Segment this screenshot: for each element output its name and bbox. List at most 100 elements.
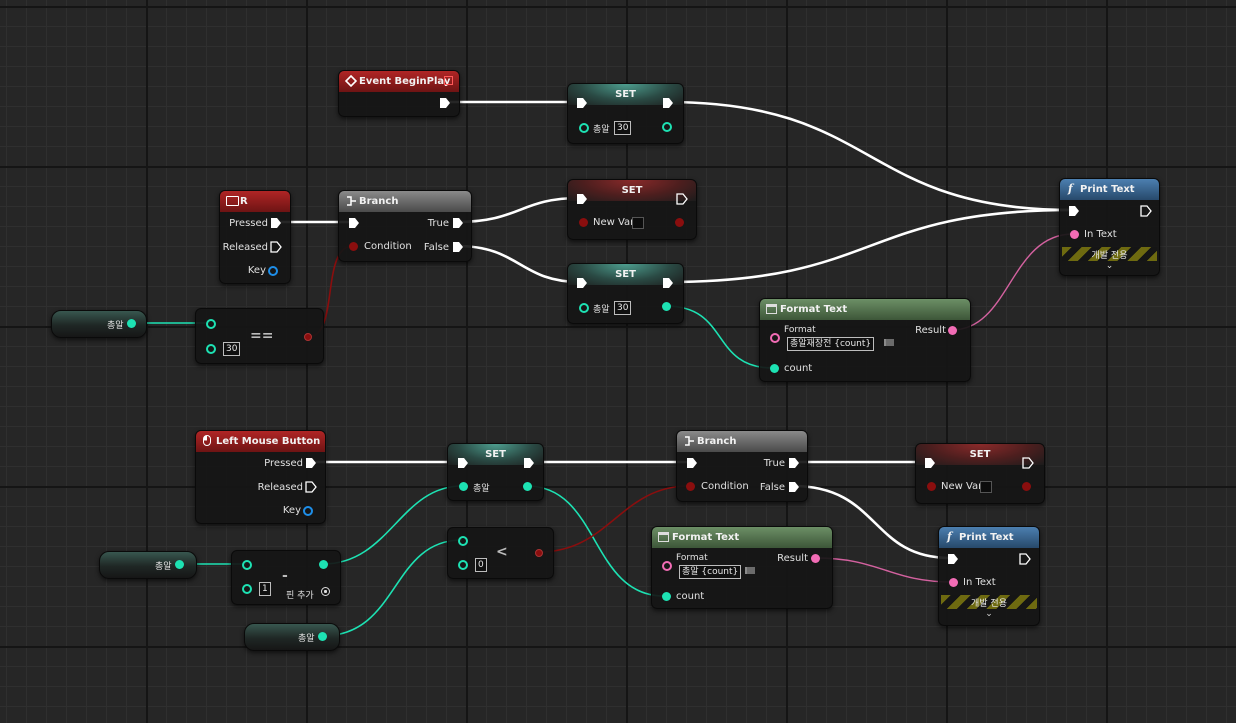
pressed-exec-pin[interactable] xyxy=(305,457,317,469)
ammo-out-pin[interactable] xyxy=(662,122,672,132)
print-text-node-1[interactable]: f Print Text In Text 개발 전용 ⌄ xyxy=(1059,178,1160,276)
newvar-checkbox[interactable] xyxy=(632,217,644,229)
result-out-pin[interactable] xyxy=(811,554,820,563)
branch-node-2[interactable]: Branch True Condition False xyxy=(676,430,808,502)
exec-out-pin[interactable] xyxy=(1022,457,1034,469)
exec-out-pin[interactable] xyxy=(523,457,535,469)
exec-in-pin[interactable] xyxy=(348,217,360,229)
format-text-node-1[interactable]: Format Text Format 총알재장전 {count} Result … xyxy=(759,298,971,382)
event-beginplay-node[interactable]: Event BeginPlay xyxy=(338,70,460,117)
ammo-value-field[interactable]: 30 xyxy=(614,301,632,315)
exec-in-pin[interactable] xyxy=(576,193,588,205)
exec-out-pin[interactable] xyxy=(1019,553,1031,565)
exec-in-pin[interactable] xyxy=(457,457,469,469)
condition-pin[interactable] xyxy=(349,242,358,251)
count-in-pin[interactable] xyxy=(770,364,779,373)
format-value-field[interactable]: 총알 {count} xyxy=(679,565,742,579)
ammo-getter-node-2[interactable]: 총알 xyxy=(99,551,197,579)
format-text-node-2[interactable]: Format Text Format 총알 {count} Result cou… xyxy=(651,526,833,609)
false-label: False xyxy=(423,242,449,253)
set-ammo-node-1[interactable]: SET 총알 30 xyxy=(567,83,684,144)
newvar-in-pin[interactable] xyxy=(579,218,588,227)
set-ammo-node-3[interactable]: SET 총알 xyxy=(447,443,544,501)
result-out-pin[interactable] xyxy=(948,326,957,335)
add-pin-icon[interactable] xyxy=(321,587,330,596)
exec-out-pin[interactable] xyxy=(676,193,688,205)
format-in-pin[interactable] xyxy=(662,561,672,571)
released-exec-pin[interactable] xyxy=(305,481,317,493)
a-in-pin[interactable] xyxy=(458,536,468,546)
exec-in-pin[interactable] xyxy=(576,97,588,109)
branch-header: Branch xyxy=(677,431,807,452)
b-value-field[interactable]: 1 xyxy=(259,582,271,596)
flag-icon[interactable] xyxy=(884,339,894,346)
newvar-in-pin[interactable] xyxy=(927,482,936,491)
b-in-pin[interactable] xyxy=(242,584,252,594)
b-in-pin[interactable] xyxy=(206,344,216,354)
newvar-out-pin[interactable] xyxy=(675,218,684,227)
exec-out-pin[interactable] xyxy=(1140,205,1152,217)
format-value-field[interactable]: 총알재장전 {count} xyxy=(787,337,875,351)
equal-node[interactable]: 30 == xyxy=(195,308,324,364)
ammo-in-pin[interactable] xyxy=(579,123,589,133)
expand-chevron-icon[interactable]: ⌄ xyxy=(939,609,1039,619)
exec-out-pin[interactable] xyxy=(662,97,674,109)
key-r-event-node[interactable]: R Pressed Released Key xyxy=(219,190,291,284)
result-out-pin[interactable] xyxy=(535,549,543,557)
released-exec-pin[interactable] xyxy=(270,241,282,253)
delegate-pin-icon[interactable] xyxy=(444,76,453,85)
a-in-pin[interactable] xyxy=(242,560,252,570)
print-text-node-2[interactable]: f Print Text In Text 개발 전용 ⌄ xyxy=(938,526,1040,626)
count-in-pin[interactable] xyxy=(662,592,671,601)
format-in-pin[interactable] xyxy=(770,333,780,343)
pressed-exec-pin[interactable] xyxy=(270,217,282,229)
branch-node-1[interactable]: Branch True Condition False xyxy=(338,190,472,262)
ammo-getter-node-1[interactable]: 총알 xyxy=(51,310,147,338)
exec-in-pin[interactable] xyxy=(576,277,588,289)
flag-icon[interactable] xyxy=(745,567,755,574)
left-mouse-button-node[interactable]: Left Mouse Button Pressed Released Key xyxy=(195,430,326,524)
ammo-in-pin[interactable] xyxy=(459,482,468,491)
getter-out-pin[interactable] xyxy=(127,319,136,328)
result-out-pin[interactable] xyxy=(319,560,328,569)
keyboard-icon xyxy=(226,196,239,206)
intext-in-pin[interactable] xyxy=(1070,230,1079,239)
key-struct-pin[interactable] xyxy=(303,506,313,516)
released-label: Released xyxy=(222,242,268,253)
ammo-in-pin[interactable] xyxy=(579,303,589,313)
a-in-pin[interactable] xyxy=(206,319,216,329)
exec-in-pin[interactable] xyxy=(947,553,959,565)
getter-out-pin[interactable] xyxy=(175,560,184,569)
false-exec-pin[interactable] xyxy=(788,481,800,493)
ammo-value-field[interactable]: 30 xyxy=(614,121,632,135)
ammo-out-pin[interactable] xyxy=(523,482,532,491)
b-in-pin[interactable] xyxy=(458,560,468,570)
result-out-pin[interactable] xyxy=(304,333,312,341)
b-value-field[interactable]: 30 xyxy=(223,342,241,356)
key-struct-pin[interactable] xyxy=(268,266,278,276)
set-newvar-node-1[interactable]: SET New Var xyxy=(567,179,697,240)
exec-in-pin[interactable] xyxy=(1068,205,1080,217)
set-newvar-node-2[interactable]: SET New Var xyxy=(915,443,1045,504)
true-exec-pin[interactable] xyxy=(788,457,800,469)
subtract-node[interactable]: 1 - 핀 추가 xyxy=(231,550,341,605)
ammo-out-pin[interactable] xyxy=(662,302,671,311)
ammo-getter-node-3[interactable]: 총알 xyxy=(244,623,340,651)
add-pin-label[interactable]: 핀 추가 xyxy=(286,588,314,601)
less-than-node[interactable]: 0 < xyxy=(447,527,554,579)
exec-out-pin[interactable] xyxy=(439,97,451,109)
exec-in-pin[interactable] xyxy=(686,457,698,469)
b-value-field[interactable]: 0 xyxy=(475,558,487,572)
pressed-label: Pressed xyxy=(264,458,303,469)
newvar-checkbox[interactable] xyxy=(980,481,992,493)
condition-pin[interactable] xyxy=(686,482,695,491)
exec-in-pin[interactable] xyxy=(924,457,936,469)
false-exec-pin[interactable] xyxy=(452,241,464,253)
newvar-out-pin[interactable] xyxy=(1022,482,1031,491)
intext-in-pin[interactable] xyxy=(949,578,958,587)
getter-out-pin[interactable] xyxy=(318,632,327,641)
true-exec-pin[interactable] xyxy=(452,217,464,229)
set-ammo-node-2[interactable]: SET 총알 30 xyxy=(567,263,684,324)
expand-chevron-icon[interactable]: ⌄ xyxy=(1060,261,1159,271)
exec-out-pin[interactable] xyxy=(662,277,674,289)
